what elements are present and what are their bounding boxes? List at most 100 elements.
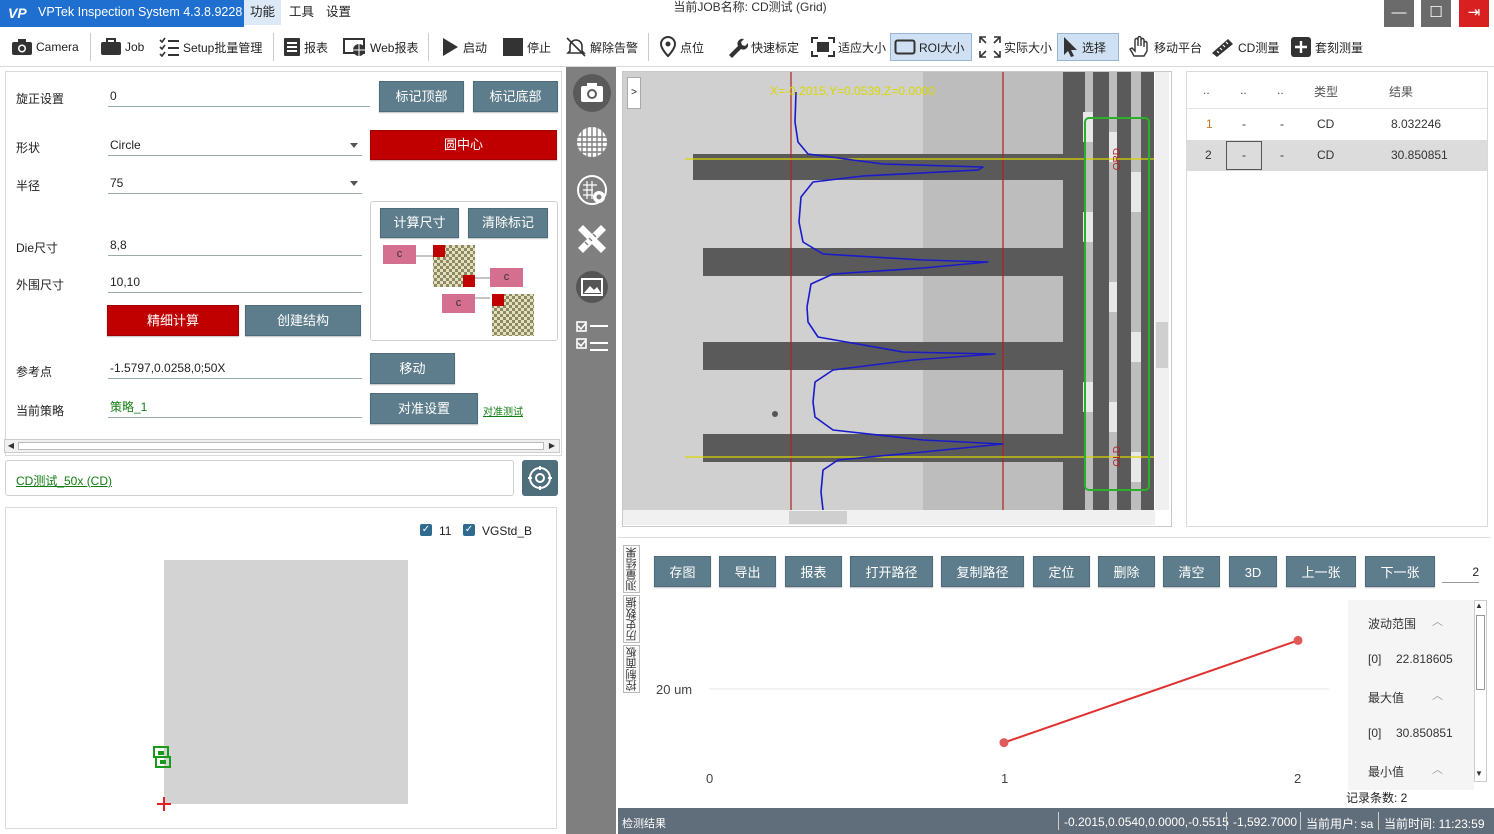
radius-select[interactable]: 75	[108, 172, 362, 194]
menu-function[interactable]: 功能	[244, 0, 282, 25]
clear-button[interactable]: 清空	[1163, 556, 1220, 587]
calc-size-button[interactable]: 计算尺寸	[380, 208, 459, 238]
wrench-icon	[729, 38, 748, 58]
exit-button[interactable]: ⇥	[1459, 0, 1489, 27]
sidebar-checklist[interactable]	[573, 317, 611, 355]
clear-marks-button[interactable]: 清除标记	[468, 208, 548, 238]
scroll-up-icon[interactable]: ▲	[1475, 601, 1483, 610]
copy-path-button[interactable]: 复制路径	[941, 556, 1024, 587]
origin-cross-icon	[157, 797, 171, 811]
viewer-hscroll-thumb[interactable]	[789, 511, 847, 524]
roi-size-button[interactable]: ROI大小	[890, 33, 972, 61]
minimize-button[interactable]: —	[1384, 0, 1414, 27]
quick-calibrate-button[interactable]: 快速标定	[723, 33, 802, 61]
tab-control-panel[interactable]: 控制面板	[623, 645, 640, 693]
viewer-vscroll-thumb[interactable]	[1156, 322, 1168, 368]
scroll-right-icon[interactable]: ▶	[547, 441, 557, 451]
collapse-chevron-icon[interactable]: ︿	[1432, 761, 1443, 777]
roi-rect-icon	[894, 39, 916, 55]
toolbar-separator	[648, 33, 649, 61]
collapse-chevron-icon[interactable]: ︿	[1432, 613, 1443, 629]
maximize-button[interactable]: ☐	[1421, 0, 1451, 27]
delete-button[interactable]: 删除	[1098, 556, 1155, 587]
actual-size-button[interactable]: 实际大小	[976, 33, 1055, 61]
viewer-hscrollbar[interactable]	[623, 510, 1155, 525]
scroll-left-icon[interactable]: ◀	[6, 441, 16, 451]
viewer-vscrollbar[interactable]	[1155, 72, 1169, 510]
stop-button[interactable]: 停止	[499, 33, 554, 61]
sidebar-grid[interactable]	[573, 123, 611, 161]
ref-point-input[interactable]: -1.5797,0.0258,0;50X	[108, 357, 362, 379]
sidebar-camera[interactable]	[573, 74, 611, 112]
tab-history-data[interactable]: 历史数据	[623, 595, 640, 643]
move-button[interactable]: 移动	[370, 353, 455, 384]
die-size-input[interactable]: 8,8	[108, 234, 362, 256]
sidebar-image[interactable]	[573, 268, 611, 306]
cursor-icon	[1064, 37, 1077, 57]
expand-panel-button[interactable]: >	[627, 77, 641, 109]
mark-top-button[interactable]: 标记顶部	[379, 81, 464, 112]
collapse-chevron-icon[interactable]: ︿	[1432, 687, 1443, 703]
microscope-image[interactable]	[623, 72, 1154, 510]
gear-refresh-icon	[528, 466, 552, 490]
checkbox-vgstd-label: VGStd_B	[482, 524, 533, 538]
point-button[interactable]: 点位	[656, 33, 707, 61]
scrollbar-thumb[interactable]	[18, 442, 544, 450]
next-button[interactable]: 下一张	[1365, 556, 1435, 587]
overlay-measure-button[interactable]: 套刻测量	[1287, 33, 1366, 61]
select-button[interactable]: 选择	[1057, 33, 1119, 61]
move-stage-button[interactable]: 移动平台	[1124, 33, 1205, 61]
results-header-result: 结果	[1389, 85, 1414, 99]
mark-bottom-button[interactable]: 标记底部	[473, 81, 558, 112]
open-path-button[interactable]: 打开路径	[850, 556, 933, 587]
3d-button[interactable]: 3D	[1229, 556, 1277, 587]
checkbox-vgstd[interactable]: ✓	[463, 524, 475, 536]
camera-button[interactable]: Camera	[8, 33, 82, 61]
export-button[interactable]: 导出	[719, 556, 776, 587]
refresh-settings-button[interactable]	[522, 460, 558, 496]
clear-alarm-button[interactable]: 解除告警	[562, 33, 641, 61]
fit-size-button[interactable]: 适应大小	[808, 33, 889, 61]
previous-button[interactable]: 上一张	[1286, 556, 1356, 587]
outer-size-input[interactable]: 10,10	[108, 271, 362, 293]
sidebar-ruler-tools[interactable]	[573, 220, 611, 258]
create-structure-button[interactable]: 创建结构	[245, 305, 361, 336]
wafer-map[interactable]	[164, 560, 408, 804]
job-button[interactable]: Job	[97, 33, 147, 61]
recipe-link[interactable]: CD测试_50x (CD)	[16, 472, 112, 489]
menu-settings[interactable]: 设置	[320, 0, 357, 25]
start-button[interactable]: 启动	[437, 33, 490, 61]
cd-measure-button[interactable]: CD测量	[1208, 33, 1282, 61]
fine-calc-button[interactable]: 精细计算	[107, 305, 239, 336]
stats-max-value: 30.850851	[1396, 726, 1453, 740]
outer-size-label: 外围尺寸	[16, 278, 65, 292]
status-time: 当前时间: 11:23:59	[1384, 817, 1485, 831]
web-report-button[interactable]: Web报表	[340, 33, 421, 61]
align-settings-button[interactable]: 对准设置	[370, 393, 478, 424]
sidebar-wafer-settings[interactable]	[573, 171, 611, 209]
status-z: -1,592.7000	[1233, 815, 1298, 829]
results-header-type: 类型	[1314, 85, 1339, 99]
checkbox-11[interactable]: ✓	[420, 524, 432, 536]
save-image-button[interactable]: 存图	[654, 556, 711, 587]
diagram-c-tag: c	[442, 294, 475, 313]
setup-batch-button[interactable]: Setup批量管理	[155, 33, 265, 61]
web-report-icon	[343, 38, 365, 56]
page-input[interactable]: 2	[1442, 561, 1479, 583]
report-button[interactable]: 报表	[280, 33, 331, 61]
shape-select[interactable]: Circle	[108, 134, 362, 156]
report-button[interactable]: 报表	[785, 556, 842, 587]
scroll-down-icon[interactable]: ▼	[1475, 769, 1483, 778]
table-row[interactable]	[1187, 109, 1487, 139]
menu-tools[interactable]: 工具	[283, 0, 320, 25]
table-cell-editing[interactable]: -	[1226, 141, 1262, 170]
strategy-input[interactable]: 策略_1	[108, 396, 362, 418]
circle-center-button[interactable]: 圆中心	[370, 130, 557, 160]
tab-measure-results[interactable]: 测量结果	[623, 545, 640, 593]
align-test-link[interactable]: 对准测试	[483, 403, 523, 418]
report-icon	[284, 38, 300, 56]
locate-button[interactable]: 定位	[1033, 556, 1090, 587]
rotate-label: 旋正设置	[16, 92, 65, 106]
rotate-input[interactable]: 0	[108, 85, 370, 107]
stats-scroll-thumb[interactable]	[1476, 615, 1485, 690]
